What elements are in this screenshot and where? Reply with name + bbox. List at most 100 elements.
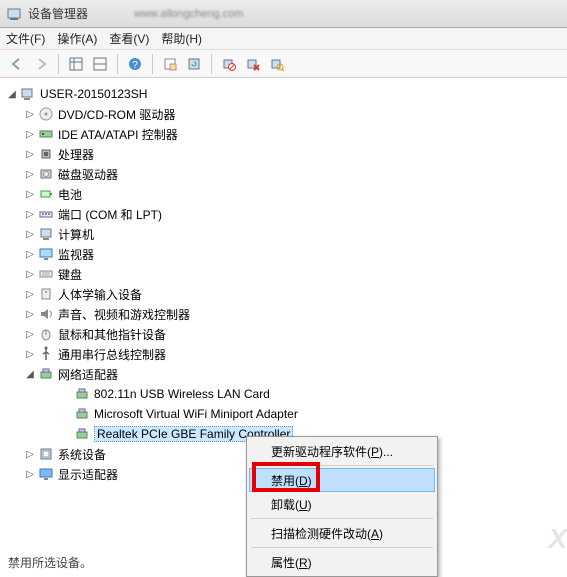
menu-view[interactable]: 查看(V) — [109, 30, 149, 47]
disc-icon — [38, 106, 54, 122]
tree-category-label: 电池 — [58, 186, 82, 203]
expand-icon[interactable]: ▷ — [22, 146, 38, 162]
usb-icon — [38, 346, 54, 362]
tree-category-label: 系统设备 — [58, 446, 106, 463]
expand-icon[interactable]: ▷ — [22, 286, 38, 302]
tree-category[interactable]: ▷ 人体学输入设备 — [4, 284, 563, 304]
net-icon — [74, 386, 90, 402]
tree-root[interactable]: ◢ USER-20150123SH — [4, 84, 563, 104]
toolbar-sep — [152, 54, 153, 74]
port-icon — [38, 206, 54, 222]
menubar: 文件(F) 操作(A) 查看(V) 帮助(H) — [0, 28, 567, 50]
ctx-scan[interactable]: 扫描检测硬件改动(A) — [249, 521, 435, 545]
tree-category[interactable]: ▷ 键盘 — [4, 264, 563, 284]
view2-button[interactable] — [89, 53, 111, 75]
ctx-sep — [251, 465, 433, 466]
menu-action[interactable]: 操作(A) — [57, 30, 97, 47]
collapse-icon[interactable]: ◢ — [4, 86, 20, 102]
display-icon — [38, 466, 54, 482]
tree-category[interactable]: ▷ 电池 — [4, 184, 563, 204]
toolbar-sep — [117, 54, 118, 74]
tree-root-label: USER-20150123SH — [40, 87, 147, 101]
tree-category[interactable]: ▷ 处理器 — [4, 144, 563, 164]
expand-icon[interactable]: ▷ — [22, 186, 38, 202]
svg-text:?: ? — [132, 60, 138, 71]
scan-button[interactable] — [266, 53, 288, 75]
tree-device[interactable]: 802.11n USB Wireless LAN Card — [4, 384, 563, 404]
ctx-sep — [251, 518, 433, 519]
expand-icon[interactable]: ▷ — [22, 306, 38, 322]
view1-button[interactable] — [65, 53, 87, 75]
expand-icon[interactable]: ▷ — [22, 266, 38, 282]
menu-file[interactable]: 文件(F) — [6, 30, 45, 47]
sound-icon — [38, 306, 54, 322]
tree-category-label: 键盘 — [58, 266, 82, 283]
tree-category-label: 显示适配器 — [58, 466, 118, 483]
disable-button[interactable] — [218, 53, 240, 75]
ctx-properties[interactable]: 属性(R) — [249, 550, 435, 574]
tree-category[interactable]: ▷ 端口 (COM 和 LPT) — [4, 204, 563, 224]
expand-icon[interactable]: ▷ — [22, 226, 38, 242]
net-icon — [38, 366, 54, 382]
expand-icon[interactable]: ▷ — [22, 326, 38, 342]
net-icon — [74, 406, 90, 422]
collapse-icon[interactable]: ◢ — [22, 366, 38, 382]
back-button[interactable] — [6, 53, 28, 75]
ctx-update-driver[interactable]: 更新驱动程序软件(P)... — [249, 439, 435, 463]
tree-category-label: 磁盘驱动器 — [58, 166, 118, 183]
mouse-icon — [38, 326, 54, 342]
tree-category-label: DVD/CD-ROM 驱动器 — [58, 106, 175, 123]
cpu-icon — [38, 146, 54, 162]
tree-category-label: 通用串行总线控制器 — [58, 346, 166, 363]
tree-category-label: IDE ATA/ATAPI 控制器 — [58, 126, 178, 143]
statusbar: 禁用所选设备。 — [8, 554, 92, 571]
battery-icon — [38, 186, 54, 202]
tree-category-label: 计算机 — [58, 226, 94, 243]
computer-icon — [38, 226, 54, 242]
keyboard-icon — [38, 266, 54, 282]
tree-device-label: Microsoft Virtual WiFi Miniport Adapter — [94, 407, 298, 421]
computer-icon — [20, 86, 36, 102]
tree-category[interactable]: ▷ 计算机 — [4, 224, 563, 244]
expand-icon[interactable]: ▷ — [22, 346, 38, 362]
context-menu: 更新驱动程序软件(P)... 禁用(D) 卸载(U) 扫描检测硬件改动(A) 属… — [246, 436, 438, 577]
ctx-uninstall[interactable]: 卸载(U) — [249, 492, 435, 516]
expand-icon[interactable]: ▷ — [22, 126, 38, 142]
uninstall-button[interactable] — [242, 53, 264, 75]
menu-help[interactable]: 帮助(H) — [161, 30, 202, 47]
expand-icon[interactable]: ▷ — [22, 246, 38, 262]
tree-category[interactable]: ▷ 磁盘驱动器 — [4, 164, 563, 184]
tree-category[interactable]: ◢网络适配器 — [4, 364, 563, 384]
tree-device[interactable]: Microsoft Virtual WiFi Miniport Adapter — [4, 404, 563, 424]
tree-category-label: 人体学输入设备 — [58, 286, 142, 303]
tree-category[interactable]: ▷ DVD/CD-ROM 驱动器 — [4, 104, 563, 124]
tree-category-label: 声音、视频和游戏控制器 — [58, 306, 190, 323]
tree-category-label: 端口 (COM 和 LPT) — [58, 206, 162, 223]
monitor-icon — [38, 246, 54, 262]
hid-icon — [38, 286, 54, 302]
expand-icon[interactable]: ▷ — [22, 106, 38, 122]
net-icon — [74, 426, 90, 442]
expand-icon[interactable]: ▷ — [22, 206, 38, 222]
tree-device-label: 802.11n USB Wireless LAN Card — [94, 387, 270, 401]
toolbar-sep — [58, 54, 59, 74]
tree-category[interactable]: ▷ 通用串行总线控制器 — [4, 344, 563, 364]
tree-category[interactable]: ▷鼠标和其他指针设备 — [4, 324, 563, 344]
help-button[interactable]: ? — [124, 53, 146, 75]
forward-button[interactable] — [30, 53, 52, 75]
tree-category[interactable]: ▷ 声音、视频和游戏控制器 — [4, 304, 563, 324]
refresh-button[interactable] — [183, 53, 205, 75]
ide-icon — [38, 126, 54, 142]
ctx-sep — [251, 547, 433, 548]
expand-icon[interactable]: ▷ — [22, 466, 38, 482]
tree-category-label: 监视器 — [58, 246, 94, 263]
tree-category[interactable]: ▷ IDE ATA/ATAPI 控制器 — [4, 124, 563, 144]
expand-icon[interactable]: ▷ — [22, 166, 38, 182]
tree-category-label: 处理器 — [58, 146, 94, 163]
expand-icon[interactable]: ▷ — [22, 446, 38, 462]
system-icon — [38, 446, 54, 462]
ctx-disable[interactable]: 禁用(D) — [249, 468, 435, 492]
props-button[interactable] — [159, 53, 181, 75]
tree-category[interactable]: ▷ 监视器 — [4, 244, 563, 264]
disk-icon — [38, 166, 54, 182]
